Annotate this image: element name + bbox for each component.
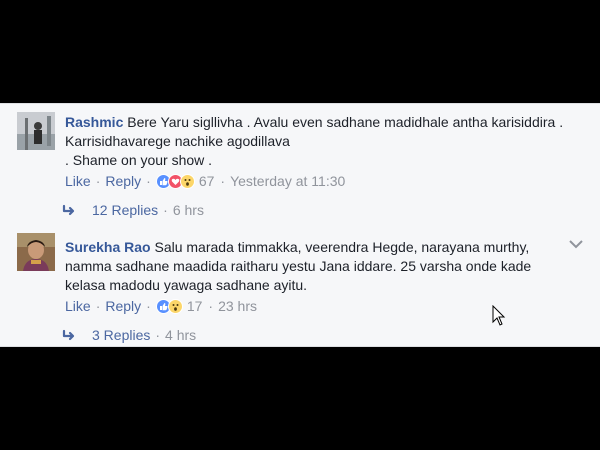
reaction-count[interactable]: 17 <box>187 298 203 314</box>
view-replies-link[interactable]: 3 Replies <box>92 327 150 343</box>
view-replies-link[interactable]: 12 Replies <box>92 202 158 218</box>
wow-reaction-icon <box>167 298 183 314</box>
replies-row: 3 Replies · 4 hrs <box>62 327 196 343</box>
like-button[interactable]: Like <box>65 298 91 314</box>
comment-timestamp[interactable]: Yesterday at 11:30 <box>230 173 345 189</box>
reply-arrow-icon <box>62 329 75 341</box>
replies-row: 12 Replies · 6 hrs <box>62 202 204 218</box>
comment-text-line2: . Shame on your show . <box>65 152 213 168</box>
reply-button[interactable]: Reply <box>105 173 141 189</box>
reply-button[interactable]: Reply <box>105 298 141 314</box>
separator: · <box>208 298 214 314</box>
reply-arrow-icon <box>62 204 75 216</box>
separator: · <box>146 173 151 189</box>
separator: · <box>155 327 161 343</box>
separator: · <box>220 173 226 189</box>
like-button[interactable]: Like <box>65 173 91 189</box>
avatar[interactable] <box>17 112 55 150</box>
comment-author-link[interactable]: Rashmic <box>65 114 123 130</box>
comments-panel: Rashmic Bere Yaru sigllivha . Avalu even… <box>0 103 600 347</box>
replies-timestamp: 4 hrs <box>165 327 197 343</box>
comment-body: Rashmic Bere Yaru sigllivha . Avalu even… <box>65 113 575 170</box>
comment-body: Surekha Rao Salu marada timmakka, veeren… <box>65 238 575 295</box>
comment-text: Bere Yaru sigllivha . Avalu even sadhane… <box>65 114 564 149</box>
separator: · <box>146 298 151 314</box>
separator: · <box>163 202 168 218</box>
replies-timestamp: 6 hrs <box>172 202 204 218</box>
mouse-cursor-icon <box>492 305 506 326</box>
comment-actions: Like · Reply · 67 · Yesterday at 11:30 <box>65 173 345 189</box>
comment-actions: Like · Reply · 17 · 23 hrs <box>65 298 257 314</box>
avatar[interactable] <box>17 233 55 271</box>
comment-timestamp[interactable]: 23 hrs <box>218 298 257 314</box>
separator: · <box>95 298 101 314</box>
reactions-summary[interactable] <box>155 298 183 314</box>
reactions-summary[interactable] <box>155 173 195 189</box>
reaction-count[interactable]: 67 <box>199 173 215 189</box>
separator: · <box>95 173 101 189</box>
comment-author-link[interactable]: Surekha Rao <box>65 239 151 255</box>
chevron-down-icon[interactable] <box>568 239 584 249</box>
wow-reaction-icon <box>179 173 195 189</box>
